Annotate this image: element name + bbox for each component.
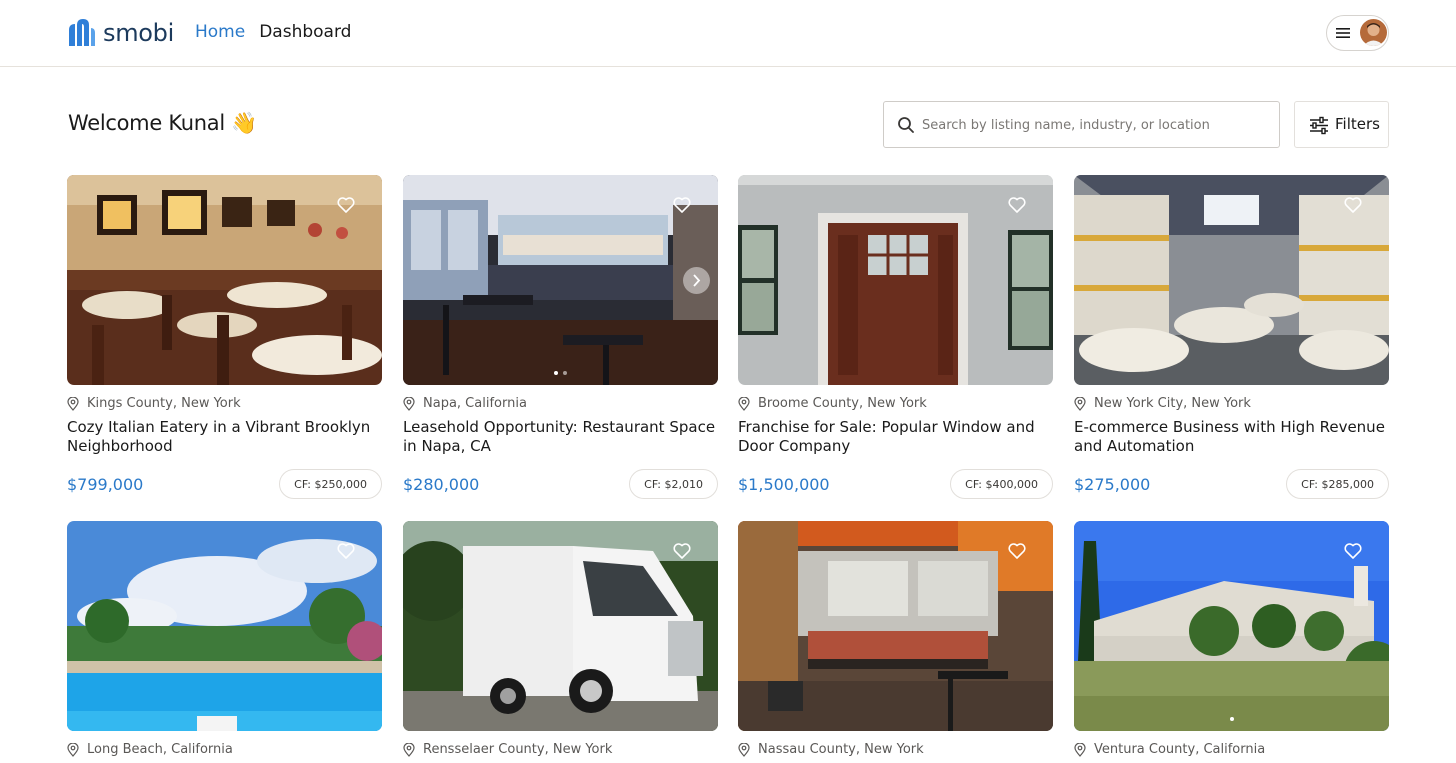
- cash-flow-badge: CF: $250,000: [279, 469, 382, 499]
- listing-location: Napa, California: [403, 396, 527, 411]
- smobi-logo-icon: [69, 19, 95, 46]
- listing-location: Rensselaer County, New York: [403, 742, 612, 757]
- listing-image[interactable]: [403, 521, 718, 731]
- listing-price: $1,500,000: [738, 475, 830, 494]
- welcome-heading: Welcome Kunal 👋: [68, 111, 258, 135]
- account-menu-button[interactable]: [1326, 15, 1389, 51]
- listing-image[interactable]: [738, 521, 1053, 731]
- cash-flow-badge: CF: $285,000: [1286, 469, 1389, 499]
- brand-name: smobi: [103, 18, 174, 47]
- favorite-heart-icon[interactable]: [1007, 195, 1027, 215]
- listing-title[interactable]: Franchise for Sale: Popular Window and D…: [738, 418, 1053, 456]
- listing-location-text: Rensselaer County, New York: [423, 742, 613, 757]
- listing-image[interactable]: [1074, 175, 1389, 385]
- user-avatar: [1360, 19, 1387, 46]
- listing-price: $280,000: [403, 475, 480, 494]
- favorite-heart-icon[interactable]: [1343, 541, 1363, 561]
- top-navigation-bar: smobi Home Dashboard: [0, 0, 1456, 67]
- cash-flow-badge: CF: $400,000: [950, 469, 1053, 499]
- listing-title[interactable]: Cozy Italian Eatery in a Vibrant Brookly…: [67, 418, 382, 456]
- favorite-heart-icon[interactable]: [672, 195, 692, 215]
- listing-image[interactable]: [1074, 521, 1389, 731]
- listing-location-text: Ventura County, California: [1094, 742, 1266, 757]
- listing-location-text: Broome County, New York: [758, 396, 927, 411]
- location-pin-icon: [67, 396, 79, 411]
- main-nav: Home Dashboard: [195, 22, 351, 42]
- next-image-arrow[interactable]: [683, 267, 710, 294]
- listing-location-text: Nassau County, New York: [758, 742, 924, 757]
- listing-price: $275,000: [1074, 475, 1151, 494]
- cash-flow-badge: CF: $2,010: [629, 469, 718, 499]
- listing-price: $799,000: [67, 475, 144, 494]
- image-pagination-dots: [1074, 717, 1389, 721]
- favorite-heart-icon[interactable]: [336, 195, 356, 215]
- chevron-right-icon: [693, 274, 701, 287]
- listing-location-text: New York City, New York: [1094, 396, 1251, 411]
- listing-location: Broome County, New York: [738, 396, 927, 411]
- brand-logo[interactable]: smobi: [66, 16, 174, 49]
- listing-location: Long Beach, California: [67, 742, 233, 757]
- nav-link-dashboard[interactable]: Dashboard: [259, 22, 351, 42]
- search-icon: [898, 117, 914, 133]
- listing-location-text: Napa, California: [423, 396, 527, 411]
- location-pin-icon: [1074, 396, 1086, 411]
- location-pin-icon: [403, 396, 415, 411]
- listing-location: Nassau County, New York: [738, 742, 924, 757]
- favorite-heart-icon[interactable]: [1007, 541, 1027, 561]
- listing-image[interactable]: [403, 175, 718, 385]
- listing-title[interactable]: E-commerce Business with High Revenue an…: [1074, 418, 1389, 456]
- listing-location-text: Long Beach, California: [87, 742, 233, 757]
- nav-link-home[interactable]: Home: [195, 22, 245, 42]
- location-pin-icon: [738, 742, 750, 757]
- hamburger-icon: [1336, 28, 1350, 38]
- image-pagination-dots: [403, 371, 718, 375]
- favorite-heart-icon[interactable]: [1343, 195, 1363, 215]
- search-field[interactable]: [883, 101, 1280, 148]
- search-input[interactable]: [922, 113, 1272, 137]
- listing-title[interactable]: Leasehold Opportunity: Restaurant Space …: [403, 418, 718, 456]
- listing-image[interactable]: [738, 175, 1053, 385]
- listing-image[interactable]: [67, 175, 382, 385]
- favorite-heart-icon[interactable]: [336, 541, 356, 561]
- listing-location-text: Kings County, New York: [87, 396, 241, 411]
- listing-location: Kings County, New York: [67, 396, 241, 411]
- listing-image[interactable]: [67, 521, 382, 731]
- favorite-heart-icon[interactable]: [672, 541, 692, 561]
- location-pin-icon: [1074, 742, 1086, 757]
- location-pin-icon: [738, 396, 750, 411]
- listing-location: New York City, New York: [1074, 396, 1251, 411]
- filters-button[interactable]: Filters: [1294, 101, 1389, 148]
- location-pin-icon: [403, 742, 415, 757]
- location-pin-icon: [67, 742, 79, 757]
- listing-location: Ventura County, California: [1074, 742, 1265, 757]
- filters-label: Filters: [1335, 115, 1380, 133]
- sliders-icon: [1310, 116, 1328, 135]
